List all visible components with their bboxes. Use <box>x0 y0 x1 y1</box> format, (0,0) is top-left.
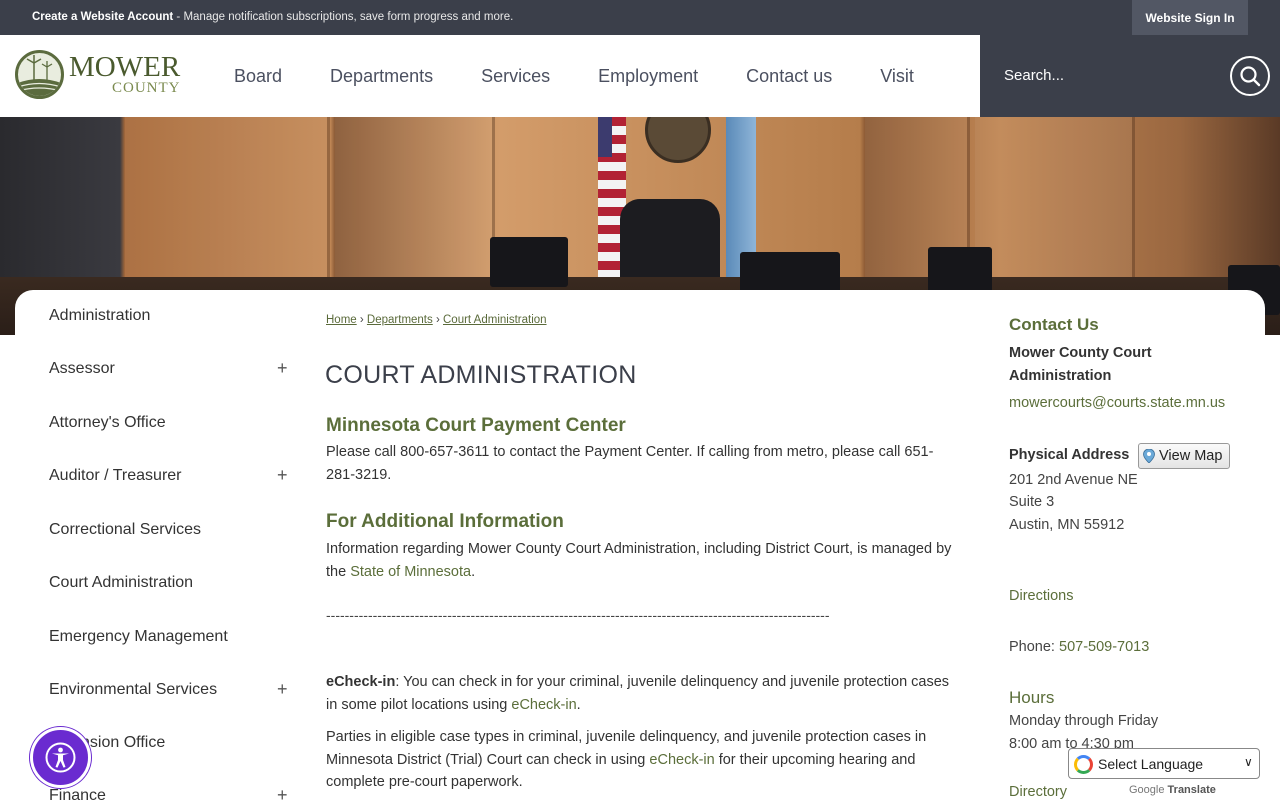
sidebar-item-attorneys-office[interactable]: Attorney's Office <box>49 414 166 432</box>
sidebar-item-auditor-treasurer[interactable]: Auditor / Treasurer <box>49 467 182 485</box>
echeckin-text: : You can check in for your criminal, ju… <box>326 674 950 713</box>
hours-days: Monday through Friday <box>1009 713 1159 729</box>
site-header: MOWER COUNTY Board Departments Services … <box>0 35 980 117</box>
breadcrumb-separator: › <box>432 314 443 326</box>
translate-wordmark: Translate <box>1167 784 1216 796</box>
echeckin-paragraph: eCheck-in: You can check in for your cri… <box>326 671 962 716</box>
nav-board[interactable]: Board <box>210 35 306 117</box>
directions-link[interactable]: Directions <box>1009 588 1073 604</box>
site-search: Search... <box>980 35 1280 117</box>
parties-echeckin-link[interactable]: eCheck-in <box>649 752 714 768</box>
page-title: COURT ADMINISTRATION <box>325 361 637 389</box>
nav-departments[interactable]: Departments <box>306 35 457 117</box>
promo-description: - Manage notification subscriptions, sav… <box>173 11 514 23</box>
contact-org-name: Mower County Court Administration <box>1009 345 1152 384</box>
nav-visit[interactable]: Visit <box>856 35 938 117</box>
address-line-3: Austin, MN 55912 <box>1009 517 1125 533</box>
nav-contact-us[interactable]: Contact us <box>722 35 856 117</box>
search-input[interactable]: Search... <box>1004 67 1064 84</box>
sidebar-item-correctional-services[interactable]: Correctional Services <box>49 521 201 539</box>
echeckin-end: . <box>576 696 581 713</box>
logo-seal-icon <box>15 50 64 99</box>
address-line-1: 201 2nd Avenue NE <box>1009 472 1138 488</box>
payment-center-text: Please call 800-657-3611 to contact the … <box>326 444 934 483</box>
banner-monitor <box>490 237 568 287</box>
sidebar-item-emergency-management[interactable]: Emergency Management <box>49 628 228 646</box>
map-pin-icon <box>1143 449 1155 463</box>
create-account-link[interactable]: Create a Website Account <box>32 11 173 23</box>
expand-finance-icon[interactable]: + <box>277 785 288 800</box>
additional-info-end: . <box>471 563 476 580</box>
expand-assessor-icon[interactable]: + <box>277 358 288 379</box>
contact-email-link[interactable]: mowercourts@courts.state.mn.us <box>1009 395 1225 411</box>
chevron-down-icon: ∨ <box>1244 755 1253 769</box>
banner-us-flag-canton <box>598 117 612 157</box>
nav-employment[interactable]: Employment <box>574 35 722 117</box>
physical-address-label: Physical Address <box>1009 447 1130 463</box>
expand-environmental-icon[interactable]: + <box>277 679 288 700</box>
google-wordmark: Google <box>1129 784 1165 796</box>
search-icon <box>1240 66 1261 87</box>
mower-county-logo[interactable]: MOWER COUNTY <box>15 49 190 101</box>
language-select[interactable]: Select Language ∨ <box>1068 748 1260 779</box>
sidebar-item-finance[interactable]: Finance <box>49 787 106 800</box>
logo-wordmark-county: COUNTY <box>112 80 181 96</box>
logo-wordmark-mower: MOWER <box>69 51 181 83</box>
view-map-label: View Map <box>1159 448 1223 464</box>
phone-link[interactable]: 507-509-7013 <box>1059 639 1149 655</box>
contact-us-heading: Contact Us <box>1009 315 1099 334</box>
breadcrumb-court-administration[interactable]: Court Administration <box>443 314 547 326</box>
additional-info-heading: For Additional Information <box>326 511 564 532</box>
breadcrumb-home[interactable]: Home <box>326 314 357 326</box>
content-divider: ----------------------------------------… <box>326 607 830 623</box>
banner-court-seal <box>645 117 711 163</box>
directory-link[interactable]: Directory <box>1009 784 1067 800</box>
powered-by-google-translate[interactable]: Google Translate <box>1129 784 1216 796</box>
breadcrumb-departments[interactable]: Departments <box>367 314 433 326</box>
state-of-minnesota-link[interactable]: State of Minnesota <box>350 564 471 580</box>
address-line-2: Suite 3 <box>1009 494 1055 510</box>
accessibility-widget-button[interactable] <box>30 727 91 788</box>
payment-center-heading: Minnesota Court Payment Center <box>326 415 626 436</box>
phone-label: Phone: <box>1009 639 1059 655</box>
expand-auditor-icon[interactable]: + <box>277 465 288 486</box>
sidebar-item-court-administration[interactable]: Court Administration <box>49 574 193 592</box>
accessibility-icon <box>45 742 76 773</box>
language-select-label: Select Language <box>1098 756 1204 772</box>
breadcrumb: Home › Departments › Court Administratio… <box>326 314 547 326</box>
sidebar-item-administration[interactable]: Administration <box>49 307 150 325</box>
sidebar-item-environmental-services[interactable]: Environmental Services <box>49 681 217 699</box>
main-navigation: Board Departments Services Employment Co… <box>210 35 938 117</box>
google-g-icon <box>1074 755 1093 774</box>
create-account-promo[interactable]: Create a Website Account - Manage notifi… <box>32 11 513 23</box>
additional-info-paragraph: Information regarding Mower County Court… <box>326 538 962 583</box>
echeckin-link[interactable]: eCheck-in <box>511 697 576 713</box>
breadcrumb-separator: › <box>356 314 367 326</box>
echeckin-label: eCheck-in <box>326 674 396 690</box>
search-button[interactable] <box>1230 56 1270 96</box>
nav-services[interactable]: Services <box>457 35 574 117</box>
website-sign-in-button[interactable]: Website Sign In <box>1132 0 1248 35</box>
top-utility-bar: Create a Website Account - Manage notifi… <box>0 0 1280 35</box>
sidebar-item-assessor[interactable]: Assessor <box>49 360 115 378</box>
phone-row: Phone: 507-509-7013 <box>1009 636 1149 659</box>
hours-heading: Hours <box>1009 688 1055 707</box>
view-map-button[interactable]: View Map <box>1138 443 1230 469</box>
parties-paragraph: Parties in eligible case types in crimin… <box>326 726 962 794</box>
